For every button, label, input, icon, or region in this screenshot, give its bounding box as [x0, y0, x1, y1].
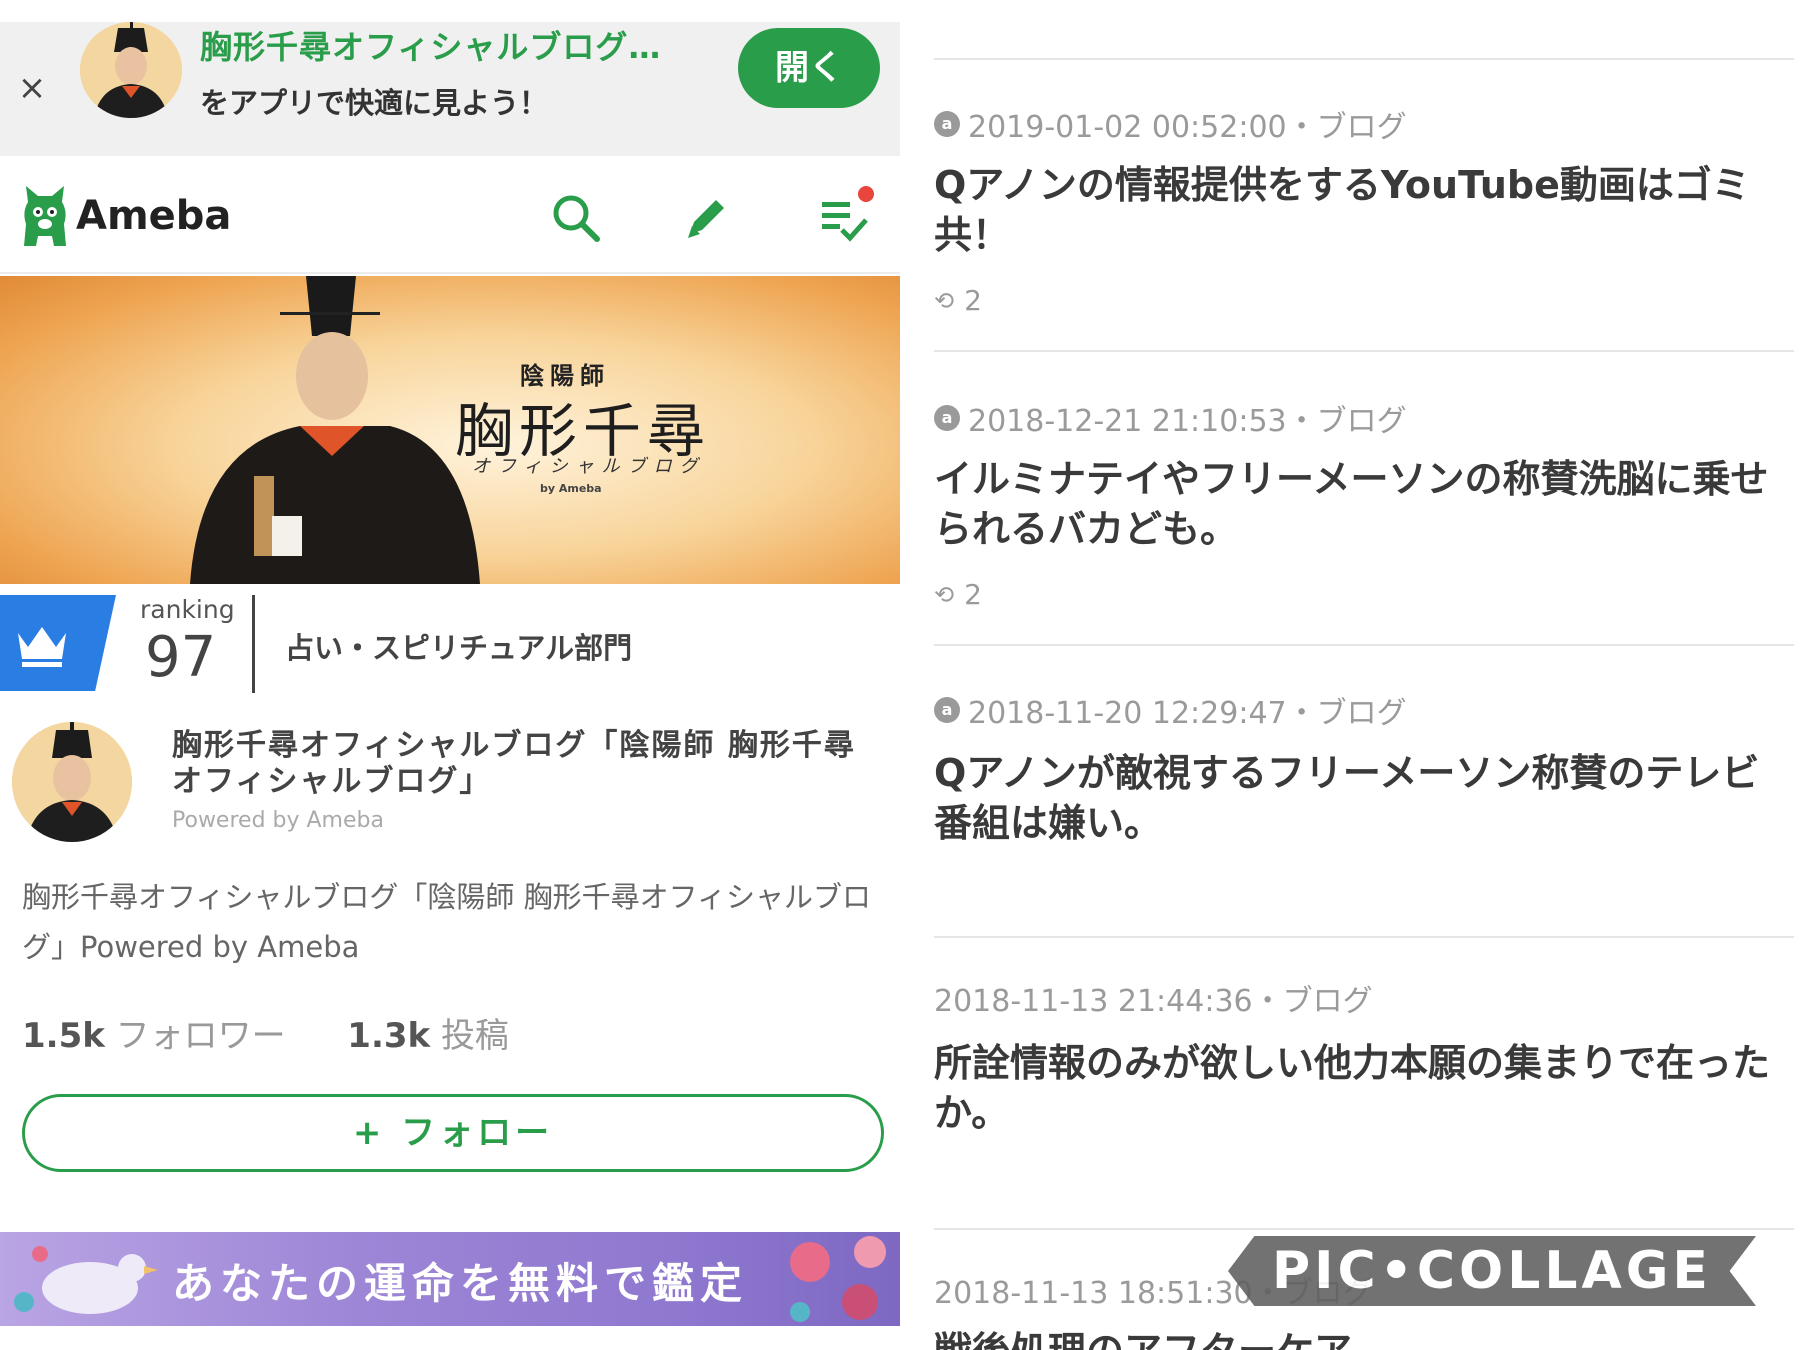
blog-title: 胸形千尋オフィシャルブログ「陰陽師 胸形千尋オフィシャルブログ」 — [172, 728, 856, 799]
ranking-bar[interactable]: ranking 97 占い・スピリチュアル部門 — [0, 595, 900, 695]
avatar[interactable] — [12, 722, 132, 842]
entry-title[interactable]: Qアノンが敵視するフリーメーソン称賛のテレビ番組は嫌い。 — [934, 748, 1784, 848]
blog-description: 胸形千尋オフィシャルブログ「陰陽師 胸形千尋オフィシャルブログ」Powered … — [22, 880, 872, 964]
divider — [934, 644, 1794, 646]
search-icon[interactable] — [550, 192, 602, 244]
entry-date: 2018-12-21 21:10:53・ブログ — [968, 404, 1407, 439]
onmyoji-figure — [190, 276, 480, 584]
reblog-value: 2 — [964, 284, 982, 317]
reblog-icon: ⟲ — [934, 286, 955, 315]
ad-banner[interactable]: あなたの運命を無料で鑑定 — [0, 1232, 900, 1326]
followers-count: 1.5k — [22, 1016, 105, 1056]
ameba-mascot-icon — [24, 186, 66, 246]
header-by: by Ameba — [540, 482, 602, 495]
follow-button[interactable]: + フォロー — [22, 1094, 884, 1172]
blog-profile-panel: × 胸形千尋オフィシャルブログ… をアプリで快適に見よう！ 開く Ameba 陰… — [0, 0, 900, 1350]
entry-meta: a 2019-01-02 00:52:00・ブログ — [934, 102, 1407, 146]
entry-meta: a 2018-11-20 12:29:47・ブログ — [934, 688, 1407, 732]
ad-text: あなたの運命を無料で鑑定 — [172, 1259, 749, 1308]
entry-date: 2019-01-02 00:52:00・ブログ — [968, 110, 1407, 145]
entry-title[interactable]: 所詮情報のみが欲しい他力本願の集まりで在ったか。 — [934, 1038, 1784, 1138]
ranking-badge — [0, 595, 116, 691]
pic-collage-watermark: PIC•COLLAGE — [1228, 1236, 1756, 1306]
reblog-value: 2 — [964, 578, 982, 611]
blog-stats: 1.5k フォロワー 1.3k 投稿 — [22, 1008, 509, 1057]
posts-label[interactable]: 投稿 — [441, 1016, 509, 1056]
powered-by: Powered by Ameba — [172, 808, 384, 833]
entry-meta: a 2018-12-21 21:10:53・ブログ — [934, 396, 1407, 440]
pencil-icon[interactable] — [680, 192, 732, 244]
reblog-count: ⟲ 2 — [934, 578, 982, 611]
amember-icon: a — [934, 697, 960, 723]
ranking-label: ranking — [140, 595, 235, 624]
entry-title[interactable]: 戦後処理のアフターケア — [934, 1326, 1784, 1350]
entry-title[interactable]: イルミナテイやフリーメーソンの称賛洗脳に乗せられるバカども。 — [934, 454, 1784, 554]
divider — [934, 1228, 1794, 1230]
blog-header-image: 陰陽師 胸形千尋 オフィシャルブログ by Ameba — [0, 276, 900, 584]
feed-check-icon[interactable] — [818, 186, 874, 244]
reblog-count: ⟲ 2 — [934, 284, 982, 317]
app-promo-banner: × 胸形千尋オフィシャルブログ… をアプリで快適に見よう！ 開く — [0, 22, 900, 156]
screen: × 胸形千尋オフィシャルブログ… をアプリで快適に見よう！ 開く Ameba 陰… — [0, 0, 1800, 1350]
ranking-value: 97 — [145, 625, 217, 690]
flower-decoration-icon — [790, 1236, 886, 1322]
ameba-logo[interactable]: Ameba — [20, 184, 231, 248]
close-icon[interactable]: × — [14, 70, 50, 106]
ranking-category: 占い・スピリチュアル部門 — [285, 631, 633, 665]
entry-meta: 2018-11-13 21:44:36・ブログ — [934, 976, 1373, 1020]
divider — [934, 58, 1794, 60]
notification-dot — [858, 186, 874, 202]
entry-date: 2018-11-13 21:44:36・ブログ — [934, 984, 1373, 1019]
ranking-divider — [252, 595, 255, 693]
entry-date: 2018-11-20 12:29:47・ブログ — [968, 696, 1407, 731]
divider — [934, 936, 1794, 938]
open-app-button[interactable]: 開く — [738, 28, 880, 108]
amember-icon: a — [934, 405, 960, 431]
reblog-icon: ⟲ — [934, 580, 955, 609]
banner-avatar — [80, 22, 182, 118]
header-bar: Ameba — [0, 156, 900, 274]
banner-title: 胸形千尋オフィシャルブログ… — [200, 28, 662, 66]
followers-label[interactable]: フォロワー — [116, 1016, 286, 1056]
banner-subtitle: をアプリで快適に見よう！ — [200, 86, 549, 120]
bird-icon — [14, 1246, 158, 1314]
divider — [934, 350, 1794, 352]
header-subtitle: オフィシャルブログ — [472, 456, 706, 477]
logo-text: Ameba — [76, 193, 232, 239]
entry-list-panel: a 2019-01-02 00:52:00・ブログ Qアノンの情報提供をするYo… — [934, 0, 1800, 1350]
crown-icon — [18, 627, 66, 667]
entry-title[interactable]: Qアノンの情報提供をするYouTube動画はゴミ共！ — [934, 160, 1784, 260]
posts-count: 1.3k — [347, 1016, 431, 1056]
amember-icon: a — [934, 111, 960, 137]
